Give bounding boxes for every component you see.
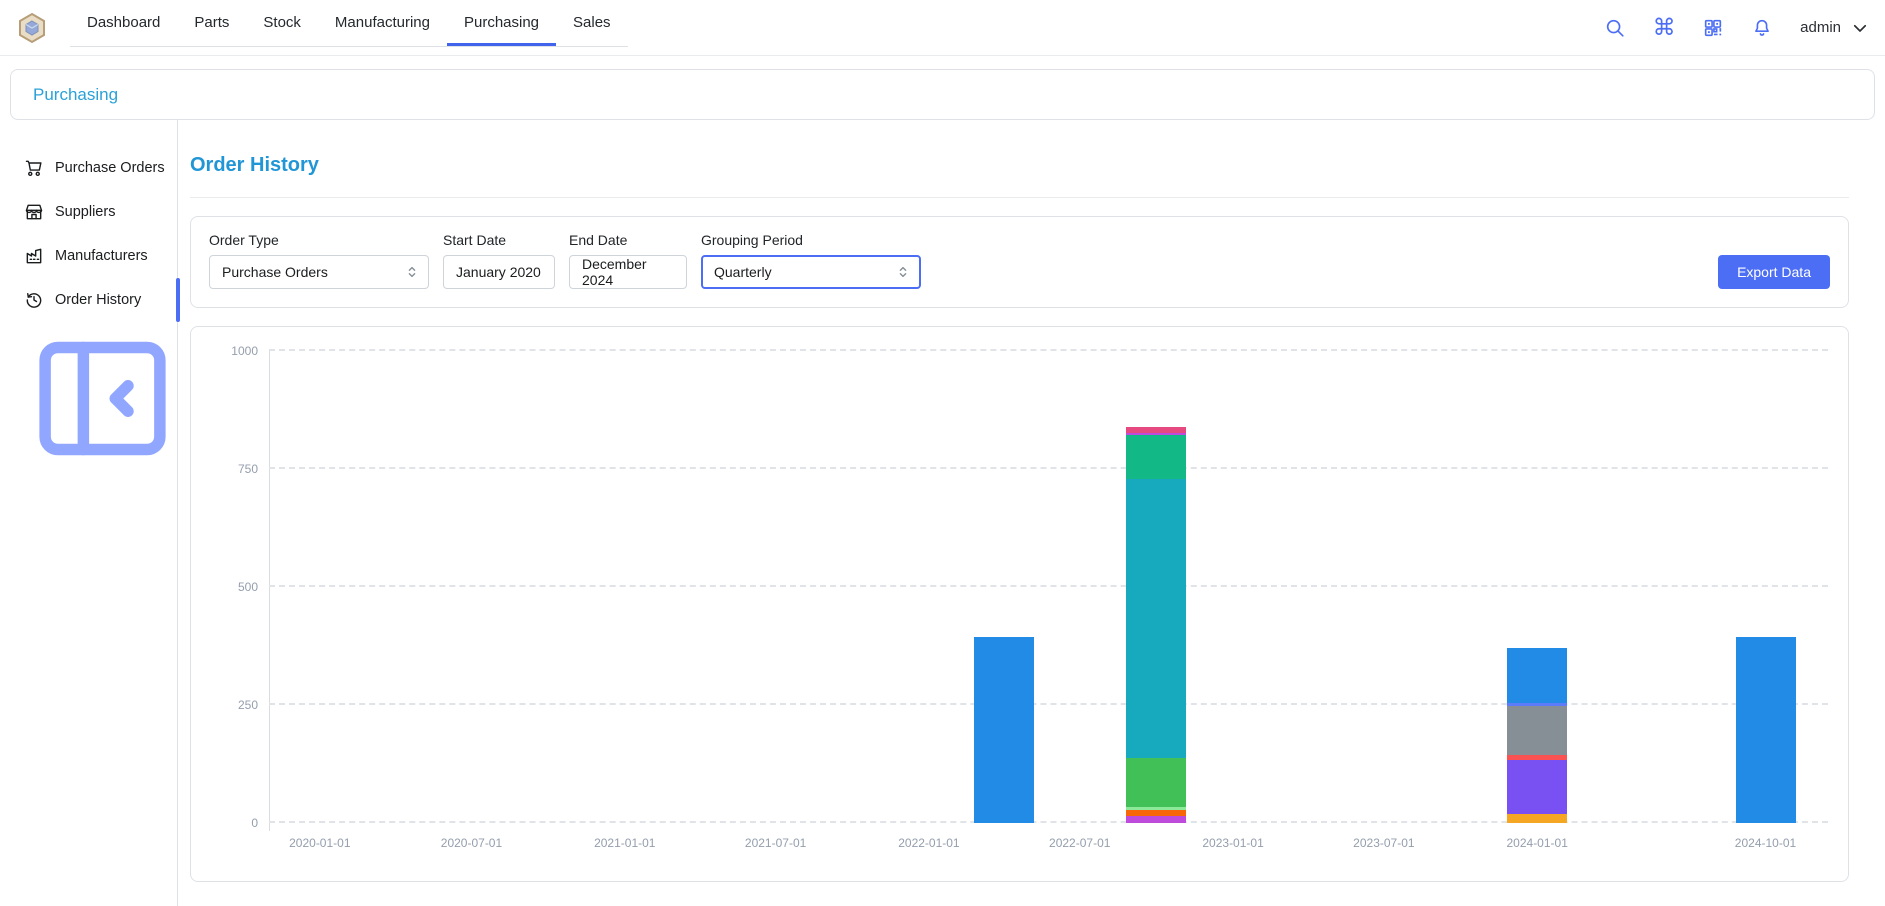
chart-bar-segment[interactable] bbox=[1507, 648, 1567, 703]
qr-scan-icon[interactable] bbox=[1702, 17, 1724, 39]
x-tick-label: 2024-10-01 bbox=[1735, 836, 1796, 850]
chart-bar-segment[interactable] bbox=[1126, 816, 1186, 823]
chart-bar[interactable] bbox=[1126, 427, 1186, 823]
sidebar-item-order-history[interactable]: Order History bbox=[24, 278, 177, 322]
sidebar-item-label: Manufacturers bbox=[55, 248, 148, 264]
tab-stock[interactable]: Stock bbox=[246, 0, 318, 46]
end-date-input[interactable]: December 2024 bbox=[569, 255, 687, 289]
sidebar-item-label: Suppliers bbox=[55, 204, 115, 220]
y-tick-label: 1000 bbox=[231, 344, 258, 358]
y-tick-label: 0 bbox=[251, 816, 258, 830]
x-tick-label: 2023-01-01 bbox=[1202, 836, 1263, 850]
stacked-bar-chart: 025050075010002020-01-012020-07-012021-0… bbox=[269, 351, 1828, 823]
chart-bar[interactable] bbox=[1507, 648, 1567, 823]
sidebar-item-suppliers[interactable]: Suppliers bbox=[24, 190, 177, 234]
bell-icon[interactable] bbox=[1751, 17, 1773, 39]
gridline bbox=[269, 467, 1828, 469]
tab-purchasing[interactable]: Purchasing bbox=[447, 0, 556, 46]
active-item-indicator bbox=[176, 278, 180, 322]
navbar-actions: ⌘ admin bbox=[1604, 17, 1869, 39]
purchasing-sidebar: Purchase Orders Suppliers Manufacturers bbox=[0, 120, 178, 906]
search-icon[interactable] bbox=[1604, 17, 1626, 39]
tab-manufacturing[interactable]: Manufacturing bbox=[318, 0, 447, 46]
shopping-cart-icon bbox=[24, 158, 44, 178]
export-data-button[interactable]: Export Data bbox=[1718, 255, 1830, 289]
sidebar-item-label: Purchase Orders bbox=[55, 160, 165, 176]
chart-bar-segment[interactable] bbox=[1507, 760, 1567, 813]
x-tick-label: 2023-07-01 bbox=[1353, 836, 1414, 850]
y-tick-label: 500 bbox=[238, 580, 258, 594]
start-date-field: Start Date January 2020 bbox=[443, 232, 555, 289]
grouping-period-field: Grouping Period Quarterly bbox=[701, 232, 921, 289]
sidebar-item-label: Order History bbox=[55, 292, 141, 308]
y-axis-line bbox=[269, 351, 270, 831]
start-date-label: Start Date bbox=[443, 232, 555, 248]
factory-icon bbox=[24, 246, 44, 266]
breadcrumb: Purchasing bbox=[10, 69, 1875, 120]
order-type-select[interactable]: Purchase Orders bbox=[209, 255, 429, 289]
chevron-down-icon bbox=[1851, 19, 1869, 37]
sidebar-collapse-icon[interactable] bbox=[26, 462, 179, 479]
grouping-period-label: Grouping Period bbox=[701, 232, 921, 248]
tab-sales[interactable]: Sales bbox=[556, 0, 628, 46]
x-tick-label: 2022-07-01 bbox=[1049, 836, 1110, 850]
order-type-label: Order Type bbox=[209, 232, 429, 248]
gridline bbox=[269, 821, 1828, 823]
x-tick-label: 2021-01-01 bbox=[594, 836, 655, 850]
tab-parts[interactable]: Parts bbox=[177, 0, 246, 46]
x-tick-label: 2020-07-01 bbox=[441, 836, 502, 850]
tab-dashboard[interactable]: Dashboard bbox=[70, 0, 177, 46]
breadcrumb-purchasing-link[interactable]: Purchasing bbox=[33, 85, 118, 105]
sidebar-item-manufacturers[interactable]: Manufacturers bbox=[24, 234, 177, 278]
order-type-field: Order Type Purchase Orders bbox=[209, 232, 429, 289]
chart-bar-segment[interactable] bbox=[1507, 706, 1567, 755]
title-divider bbox=[190, 197, 1849, 198]
inventree-logo-icon[interactable] bbox=[16, 12, 48, 44]
chart-bar[interactable] bbox=[1736, 637, 1796, 823]
top-navbar: Dashboard Parts Stock Manufacturing Purc… bbox=[0, 0, 1885, 56]
username-label: admin bbox=[1800, 19, 1841, 36]
user-menu[interactable]: admin bbox=[1800, 19, 1869, 37]
start-date-input[interactable]: January 2020 bbox=[443, 255, 555, 289]
gridline bbox=[269, 349, 1828, 351]
x-tick-label: 2020-01-01 bbox=[289, 836, 350, 850]
chart-bar-segment[interactable] bbox=[1736, 637, 1796, 823]
grouping-period-value: Quarterly bbox=[714, 264, 772, 280]
end-date-field: End Date December 2024 bbox=[569, 232, 687, 289]
select-chevrons-icon bbox=[405, 265, 419, 279]
order-history-chart-card: 0 250 500 750 1000 2020-01-01 2020-07-01 2021-0… bbox=[190, 326, 1849, 882]
chart-bar-segment[interactable] bbox=[1126, 758, 1186, 808]
x-tick-label: 2024-01-01 bbox=[1506, 836, 1567, 850]
gridline bbox=[269, 585, 1828, 587]
sidebar-item-purchase-orders[interactable]: Purchase Orders bbox=[24, 146, 177, 190]
select-chevrons-icon bbox=[896, 265, 910, 279]
x-tick-label: 2021-07-01 bbox=[745, 836, 806, 850]
chart-bar-segment[interactable] bbox=[974, 637, 1034, 823]
chart-bar-segment[interactable] bbox=[1126, 479, 1186, 757]
gridline bbox=[269, 703, 1828, 705]
chart-bar-segment[interactable] bbox=[1507, 814, 1567, 823]
building-store-icon bbox=[24, 202, 44, 222]
chart-bar[interactable] bbox=[974, 637, 1034, 823]
start-date-value: January 2020 bbox=[456, 264, 541, 280]
y-tick-label: 750 bbox=[238, 462, 258, 476]
page-title: Order History bbox=[190, 154, 1849, 177]
main-tabs: Dashboard Parts Stock Manufacturing Purc… bbox=[70, 0, 628, 47]
x-tick-label: 2022-01-01 bbox=[898, 836, 959, 850]
end-date-label: End Date bbox=[569, 232, 687, 248]
filter-card: Order Type Purchase Orders Start Date Ja… bbox=[190, 216, 1849, 308]
command-icon[interactable]: ⌘ bbox=[1653, 17, 1675, 39]
chart-bar-segment[interactable] bbox=[1126, 435, 1186, 479]
order-type-value: Purchase Orders bbox=[222, 264, 328, 280]
order-history-panel: Order History Order Type Purchase Orders… bbox=[178, 120, 1885, 906]
end-date-value: December 2024 bbox=[582, 256, 674, 288]
history-clock-icon bbox=[24, 290, 44, 310]
y-tick-label: 250 bbox=[238, 698, 258, 712]
grouping-period-select[interactable]: Quarterly bbox=[701, 255, 921, 289]
